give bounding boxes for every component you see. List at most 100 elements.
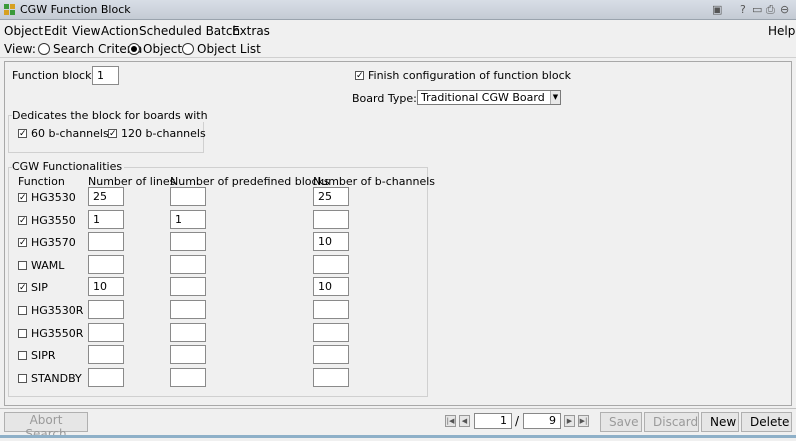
- lines-input[interactable]: [88, 323, 124, 342]
- view-object-list-radio[interactable]: Object List: [182, 42, 261, 56]
- function-checkbox-hg3570[interactable]: ✓ HG3570: [18, 236, 76, 249]
- board-type-select[interactable]: Traditional CGW Board ▼: [417, 90, 561, 105]
- checkbox-box: ✓: [18, 216, 27, 226]
- new-button[interactable]: New: [701, 412, 739, 432]
- b-channels-input[interactable]: [313, 368, 349, 387]
- function-name: WAML: [31, 259, 65, 272]
- predefined-blocks-input[interactable]: [170, 255, 206, 274]
- 120-b-channels-checkbox[interactable]: ✓ 120 b-channels: [108, 127, 206, 140]
- function-block-label: Function block:: [12, 69, 96, 82]
- function-checkbox-waml[interactable]: WAML: [18, 259, 64, 272]
- b-channels-input[interactable]: [313, 345, 349, 364]
- checkbox-box: ✓: [108, 129, 117, 139]
- radio-circle: [182, 43, 194, 55]
- function-name: HG3550: [31, 214, 76, 227]
- checkbox-box: [18, 261, 27, 270]
- lines-input[interactable]: [88, 210, 124, 229]
- function-checkbox-standby[interactable]: STANDBY: [18, 372, 82, 385]
- menu-object[interactable]: Object: [4, 24, 43, 38]
- app-icon: [4, 4, 16, 16]
- delete-button[interactable]: Delete: [741, 412, 792, 432]
- b-channels-input[interactable]: [313, 210, 349, 229]
- checkbox-box: [18, 351, 27, 360]
- chevron-down-icon[interactable]: ▼: [550, 91, 560, 104]
- function-checkbox-hg3530r[interactable]: HG3530R: [18, 304, 83, 317]
- b-channels-input[interactable]: [313, 255, 349, 274]
- menu-view[interactable]: View: [72, 24, 100, 38]
- radio-label: Object: [143, 42, 183, 56]
- menu-help[interactable]: Help: [768, 24, 795, 38]
- checkbox-label: 60 b-channels: [31, 127, 109, 140]
- b-channels-input[interactable]: [313, 187, 349, 206]
- b-channels-input[interactable]: [313, 277, 349, 296]
- save-button[interactable]: Save: [600, 412, 642, 432]
- predefined-blocks-input[interactable]: [170, 210, 206, 229]
- board-type-label: Board Type:: [352, 92, 417, 105]
- function-name: SIPR: [31, 349, 56, 362]
- finish-configuration-checkbox[interactable]: ✓ Finish configuration of function block: [355, 69, 571, 82]
- checkbox-box: [18, 306, 27, 315]
- checkbox-box: ✓: [18, 238, 27, 248]
- b-channels-input[interactable]: [313, 300, 349, 319]
- checkbox-box: ✓: [18, 283, 27, 293]
- lines-input[interactable]: [88, 277, 124, 296]
- last-page-icon[interactable]: ▶|: [578, 415, 589, 427]
- checkbox-box: ✓: [355, 71, 364, 81]
- print-icon[interactable]: ⎙: [766, 3, 775, 17]
- title-bar: CGW Function Block ▣ ? ▭ ⎙ ⊖: [0, 0, 796, 20]
- function-name: HG3530R: [31, 304, 84, 317]
- next-page-icon[interactable]: ▶: [564, 415, 575, 427]
- help-icon[interactable]: ?: [740, 3, 746, 16]
- function-checkbox-sip[interactable]: ✓ SIP: [18, 281, 48, 294]
- function-block-input[interactable]: [92, 66, 119, 85]
- main-panel: Function block: ✓ Finish configuration o…: [4, 61, 792, 406]
- radio-circle: [38, 43, 50, 55]
- view-bar: View: Search Criteria Object Object List: [0, 40, 796, 58]
- predefined-blocks-input[interactable]: [170, 277, 206, 296]
- lines-input[interactable]: [88, 232, 124, 251]
- function-checkbox-sipr[interactable]: SIPR: [18, 349, 56, 362]
- current-page-input[interactable]: 1: [474, 413, 512, 429]
- lines-input[interactable]: [88, 255, 124, 274]
- b-channels-input[interactable]: [313, 232, 349, 251]
- menu-edit[interactable]: Edit: [44, 24, 67, 38]
- predefined-blocks-input[interactable]: [170, 345, 206, 364]
- predefined-blocks-input[interactable]: [170, 187, 206, 206]
- 60-b-channels-checkbox[interactable]: ✓ 60 b-channels: [18, 127, 109, 140]
- checkbox-box: [18, 329, 27, 338]
- lines-input[interactable]: [88, 300, 124, 319]
- total-pages: 9: [523, 413, 561, 429]
- predefined-blocks-input[interactable]: [170, 300, 206, 319]
- menu-scheduled-batch[interactable]: Scheduled Batch: [139, 24, 240, 38]
- function-name: HG3570: [31, 236, 76, 249]
- checkbox-label: 120 b-channels: [121, 127, 206, 140]
- predefined-blocks-input[interactable]: [170, 368, 206, 387]
- checkbox-label: Finish configuration of function block: [368, 69, 571, 82]
- view-object-radio[interactable]: Object: [128, 42, 182, 56]
- b-channels-input[interactable]: [313, 323, 349, 342]
- minimize-icon[interactable]: ▭: [752, 3, 762, 16]
- lines-input[interactable]: [88, 187, 124, 206]
- function-checkbox-hg3550[interactable]: ✓ HG3550: [18, 214, 76, 227]
- predefined-blocks-input[interactable]: [170, 232, 206, 251]
- window-layout-icon[interactable]: ▣: [712, 3, 722, 16]
- function-checkbox-hg3530[interactable]: ✓ HG3530: [18, 191, 76, 204]
- previous-page-icon[interactable]: ◀: [459, 415, 470, 427]
- window-title: CGW Function Block: [20, 3, 131, 16]
- menu-extras[interactable]: Extras: [232, 24, 270, 38]
- lines-input[interactable]: [88, 345, 124, 364]
- abort-search-button[interactable]: Abort Search: [4, 412, 88, 441]
- function-checkbox-hg3550r[interactable]: HG3550R: [18, 327, 83, 340]
- first-page-icon[interactable]: |◀: [445, 415, 456, 427]
- close-icon[interactable]: ⊖: [780, 3, 789, 16]
- function-name: HG3550R: [31, 327, 84, 340]
- lines-input[interactable]: [88, 368, 124, 387]
- checkbox-box: ✓: [18, 193, 27, 203]
- menu-bar: Object Edit View Action Scheduled Batch …: [0, 22, 796, 40]
- discard-button[interactable]: Discard: [644, 412, 699, 432]
- view-search-criteria-radio[interactable]: Search Criteria: [38, 42, 142, 56]
- dedicates-label: Dedicates the block for boards with: [12, 109, 210, 122]
- function-name: SIP: [31, 281, 48, 294]
- predefined-blocks-input[interactable]: [170, 323, 206, 342]
- menu-action[interactable]: Action: [101, 24, 139, 38]
